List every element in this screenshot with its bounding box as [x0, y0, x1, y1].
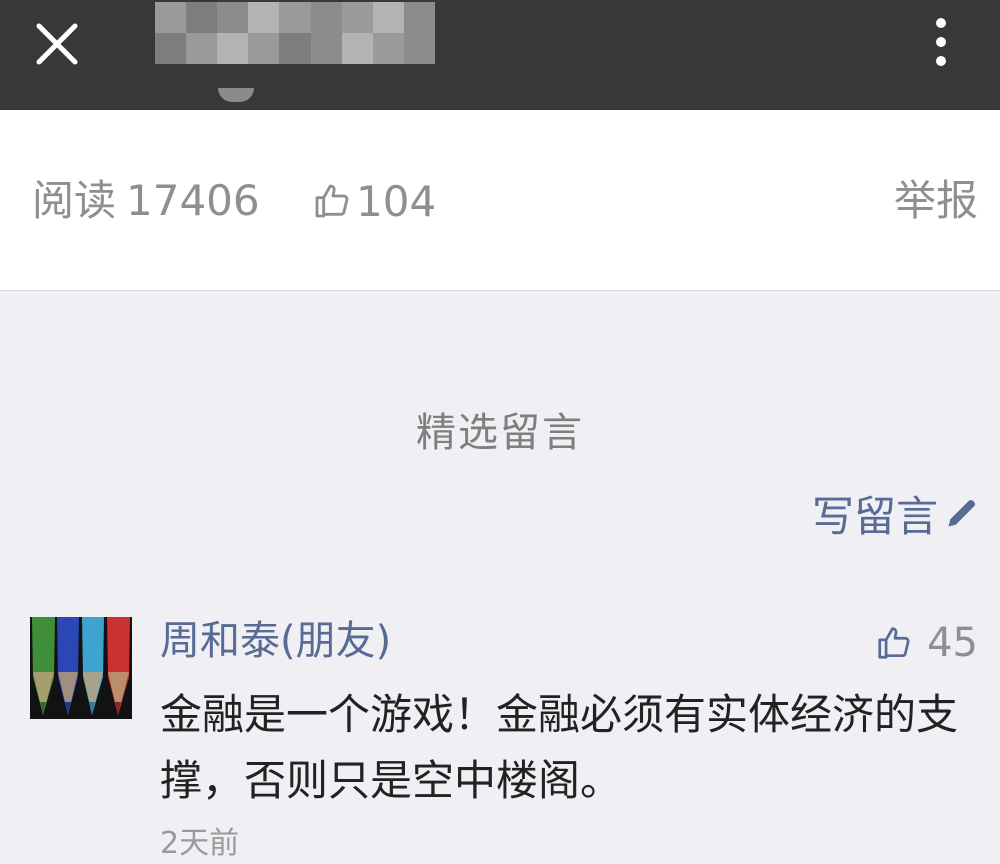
article-like-count: 104: [356, 176, 437, 226]
write-comment-button[interactable]: 写留言: [812, 486, 980, 541]
close-button[interactable]: [22, 14, 92, 74]
comment-like-button[interactable]: 45: [875, 618, 978, 668]
page-title-blurred: [155, 2, 435, 64]
report-link[interactable]: 举报: [894, 176, 978, 226]
close-icon: [36, 23, 78, 65]
article-stats-bar: 阅读 17406 104 举报: [0, 110, 1000, 291]
featured-comments-heading: 精选留言: [416, 410, 584, 456]
read-count: 阅读 17406: [32, 176, 260, 226]
write-comment-label: 写留言: [811, 491, 938, 541]
thumbs-up-icon: [315, 184, 349, 218]
read-count-value: 17406: [126, 176, 260, 225]
more-vertical-icon: [936, 18, 946, 28]
comment-author[interactable]: 周和泰(朋友): [160, 612, 391, 670]
read-label: 阅读: [32, 176, 117, 225]
top-navigation-bar: [0, 0, 1000, 110]
article-like-button[interactable]: 104: [312, 176, 436, 226]
pencil-icon: [948, 499, 976, 527]
comment-item: 周和泰(朋友) 45 金融是一个游戏！金融必须有实体经济的支撑，否则只是空中楼阁…: [0, 612, 1000, 864]
thumbs-up-icon: [878, 627, 910, 659]
comment-text: 金融是一个游戏！金融必须有实体经济的支撑，否则只是空中楼阁。: [160, 690, 959, 805]
comment-timestamp: 2天前: [160, 826, 240, 861]
title-blur-fragment: [218, 88, 254, 102]
comment-like-count: 45: [927, 620, 978, 666]
avatar[interactable]: [30, 617, 132, 719]
colored-pencils-avatar: [30, 617, 132, 719]
more-options-button[interactable]: [918, 10, 964, 74]
